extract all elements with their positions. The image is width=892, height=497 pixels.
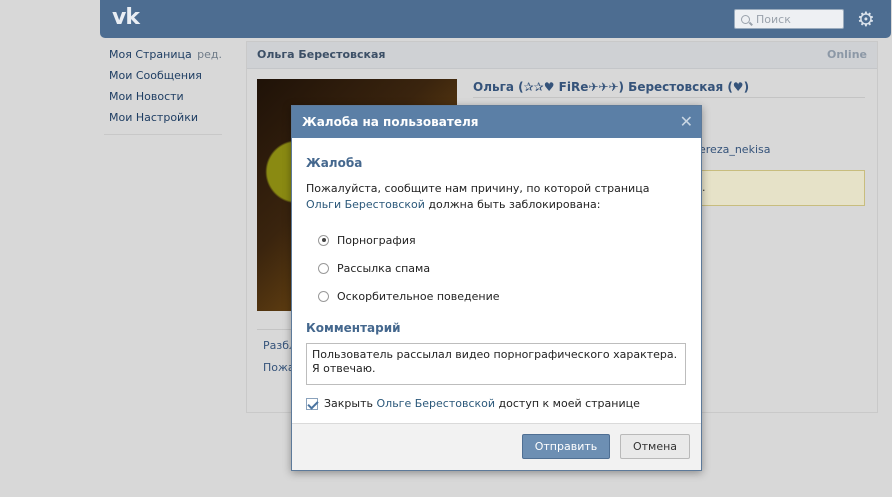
menu-divider — [104, 134, 222, 135]
profile-side-link[interactable]: ereza_nekisa — [699, 143, 770, 156]
reason-label: Оскорбительное поведение — [337, 289, 500, 303]
reason-spam[interactable]: Рассылка спама — [306, 254, 687, 282]
send-button[interactable]: Отправить — [522, 434, 610, 459]
dialog-title-bar: Жалоба на пользователя ✕ — [292, 106, 701, 138]
profile-header-name: Ольга Берестовская — [257, 48, 386, 61]
block-access-row[interactable]: Закрыть Ольге Берестовской доступ к моей… — [306, 397, 687, 410]
block-suffix: доступ к моей странице — [498, 397, 640, 410]
notice-text: . — [702, 181, 706, 194]
menu-item-label: Моя Страница — [109, 48, 192, 61]
online-status: Online — [826, 48, 867, 61]
menu-item-settings[interactable]: Мои Настройки — [104, 109, 222, 130]
notice-box: . — [699, 170, 865, 206]
search-input[interactable]: Поиск — [734, 9, 844, 29]
report-link[interactable]: Пожа — [263, 361, 295, 374]
user-link[interactable]: Ольги Берестовской — [306, 198, 425, 211]
block-access-checkbox[interactable] — [306, 397, 318, 410]
menu-item-messages[interactable]: Мои Сообщения — [104, 67, 222, 88]
menu-item-label: Мои Новости — [109, 90, 184, 103]
desc-suffix: должна быть заблокирована: — [424, 198, 601, 211]
block-prefix: Закрыть — [324, 397, 373, 410]
radio-selected[interactable] — [318, 234, 329, 246]
name-divider — [473, 97, 865, 98]
edit-link[interactable]: ред. — [197, 46, 222, 64]
dialog-footer: Отправить Отмена — [292, 423, 701, 470]
vk-logo[interactable]: vk — [112, 5, 140, 30]
block-user-link[interactable]: Ольге Берестовской — [377, 397, 496, 410]
report-dialog: Жалоба на пользователя ✕ Жалоба Пожалуйс… — [291, 105, 702, 471]
desc-prefix: Пожалуйста, сообщите нам причину, по кот… — [306, 182, 650, 195]
search-placeholder: Поиск — [756, 12, 791, 26]
reason-abuse[interactable]: Оскорбительное поведение — [306, 282, 687, 310]
profile-full-name: Ольга (✰✰♥ FiRe✈✈✈) Берестовская (♥) — [473, 80, 750, 94]
complaint-description: Пожалуйста, сообщите нам причину, по кот… — [306, 181, 687, 213]
photo-divider — [257, 329, 293, 330]
complaint-section-title: Жалоба — [306, 156, 363, 170]
close-icon[interactable]: ✕ — [680, 106, 693, 138]
dialog-title: Жалоба на пользователя — [302, 115, 479, 129]
radio-unselected[interactable] — [318, 290, 329, 302]
gear-icon[interactable]: ⚙ — [855, 8, 877, 30]
search-icon — [741, 14, 750, 24]
menu-item-news[interactable]: Мои Новости — [104, 88, 222, 109]
radio-unselected[interactable] — [318, 262, 329, 274]
reason-group: Порнография Рассылка спама Оскорбительно… — [306, 226, 687, 310]
dialog-body: Жалоба Пожалуйста, сообщите нам причину,… — [292, 156, 701, 410]
menu-item-label: Мои Сообщения — [109, 69, 202, 82]
reason-label: Рассылка спама — [337, 261, 431, 275]
top-bar: vk Поиск ⚙ — [100, 0, 891, 38]
reason-porn[interactable]: Порнография — [306, 226, 687, 254]
menu-item-label: Мои Настройки — [109, 111, 198, 124]
profile-header: Ольга Берестовская Online — [247, 42, 877, 69]
cancel-button[interactable]: Отмена — [620, 434, 690, 459]
comment-textarea[interactable]: Пользователь рассылал видео порнографиче… — [306, 343, 686, 385]
left-menu: Моя Страница ред. Мои Сообщения Мои Ново… — [104, 46, 222, 135]
comment-section-title: Комментарий — [306, 321, 401, 335]
menu-item-my-page[interactable]: Моя Страница ред. — [104, 46, 222, 67]
reason-label: Порнография — [337, 233, 416, 247]
